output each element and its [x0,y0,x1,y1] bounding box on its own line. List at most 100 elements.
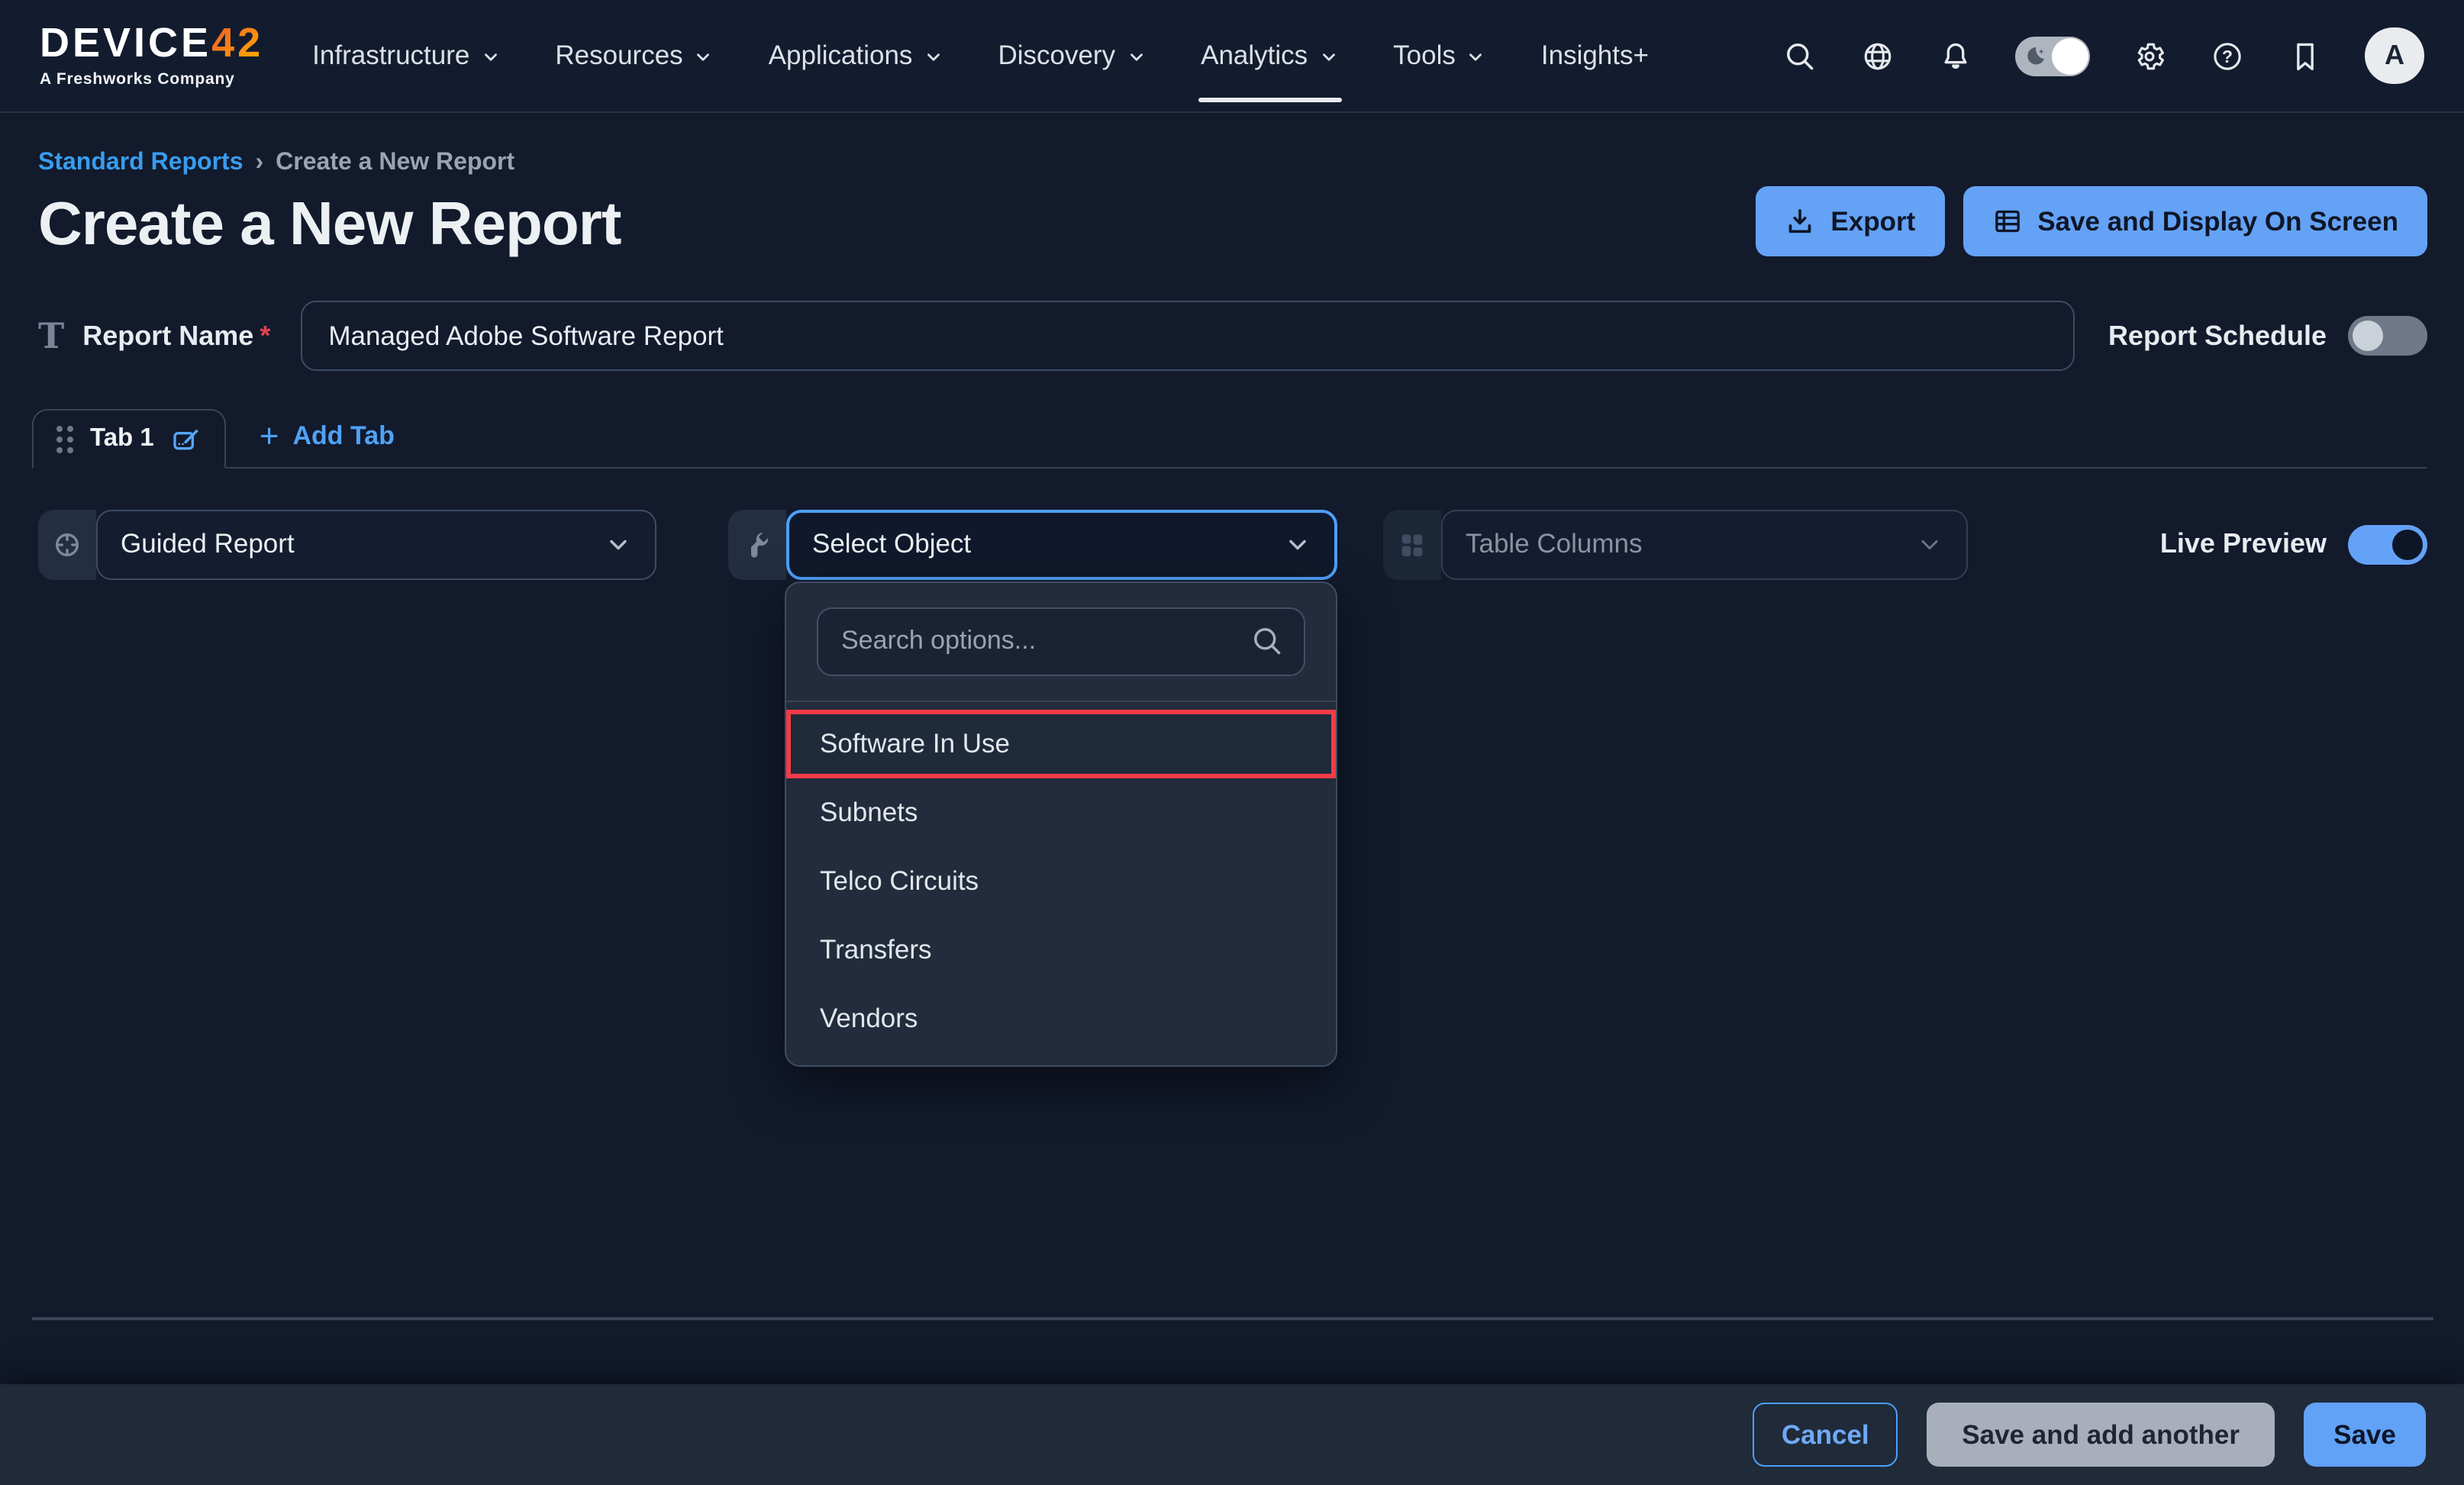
option-software-in-use[interactable]: Software In Use [786,709,1336,778]
save-and-add-another-button[interactable]: Save and add another [1927,1403,2275,1467]
help-icon[interactable]: ? [2209,37,2246,74]
live-preview-label: Live Preview [2160,528,2327,560]
chevron-down-icon [1284,530,1311,558]
toggle-knob [2392,529,2423,559]
guided-report-select[interactable]: Guided Report [96,509,656,579]
drag-handle-icon[interactable] [56,425,73,453]
option-subnets[interactable]: Subnets [786,778,1336,846]
menu-label: Applications [769,40,913,72]
menu-label: Resources [555,40,682,72]
export-button[interactable]: Export [1756,186,1944,256]
footer-action-bar: Cancel Save and add another Save [0,1384,2464,1485]
download-icon [1785,206,1815,237]
wrench-icon [728,509,786,579]
logo-text: DEVICE [40,21,211,66]
options-list: Software In Use Subnets Telco Circuits T… [786,701,1336,1065]
option-vendors[interactable]: Vendors [786,984,1336,1052]
page-header: Standard Reports › Create a New Report C… [38,113,2427,259]
chevron-down-icon [1126,47,1146,67]
report-schedule-toggle[interactable] [2348,316,2427,356]
user-avatar[interactable]: A [2365,27,2424,84]
menu-label: Infrastructure [312,40,469,72]
menu-label: Tools [1393,40,1456,72]
dark-mode-toggle[interactable] [2015,36,2090,76]
options-search [817,607,1305,675]
add-tab-button[interactable]: + Add Tab [260,419,395,453]
breadcrumb-current: Create a New Report [276,150,514,177]
report-name-label: Report Name [82,320,253,352]
chevron-down-icon [1318,47,1338,67]
svg-text:?: ? [2222,46,2233,66]
menu-applications[interactable]: Applications [769,31,943,81]
table-columns-value: Table Columns [1466,528,1643,560]
guided-report-value: Guided Report [121,528,295,560]
text-format-icon: T [38,315,64,356]
globe-icon[interactable] [1859,37,1896,74]
cancel-button[interactable]: Cancel [1753,1403,1898,1467]
save-button[interactable]: Save [2304,1403,2426,1467]
save-and-display-label: Save and Display On Screen [2037,205,2398,237]
main-menu: Infrastructure Resources Applications Di… [312,31,1649,81]
breadcrumb-standard-reports-link[interactable]: Standard Reports [38,150,243,177]
chevron-down-icon [605,530,632,558]
options-search-input[interactable] [817,607,1305,675]
chevron-down-icon [923,47,943,67]
page-title: Create a New Report [38,191,621,259]
menu-label: Insights+ [1541,40,1649,72]
table-columns-dropdown[interactable]: Table Columns [1441,509,1968,579]
chevron-down-icon [480,47,500,67]
edit-tab-icon[interactable] [171,424,202,454]
chevron-down-icon [1916,530,1943,558]
menu-discovery[interactable]: Discovery [998,31,1146,81]
moon-icon [2021,42,2049,69]
toggle-knob [2353,321,2383,351]
live-preview-toggle[interactable] [2348,524,2427,564]
top-navigation-bar: DEVICE42 A Freshworks Company Infrastruc… [0,0,2464,113]
select-object-options-panel: Software In Use Subnets Telco Circuits T… [785,581,1337,1066]
select-object-group: Select Object Software In Use Subnets Te… [728,509,1337,579]
chevron-down-icon [1466,47,1486,67]
plus-icon: + [260,419,279,453]
option-telco-circuits[interactable]: Telco Circuits [786,846,1336,915]
menu-label: Analytics [1201,40,1308,72]
settings-gear-icon[interactable] [2131,37,2168,74]
menu-tools[interactable]: Tools [1393,31,1486,81]
toggle-knob [2052,37,2088,74]
report-schedule-label: Report Schedule [2108,320,2327,352]
menu-insights[interactable]: Insights+ [1541,31,1649,81]
nav-right-actions: ? A [1782,27,2424,84]
menu-resources[interactable]: Resources [555,31,713,81]
avatar-letter: A [2385,40,2404,72]
columns-icon [1383,509,1441,579]
menu-infrastructure[interactable]: Infrastructure [312,31,500,81]
guided-report-group: Guided Report [38,509,656,579]
bottom-divider [32,1317,2433,1319]
bookmark-icon[interactable] [2287,37,2324,74]
tab-1-label: Tab 1 [90,424,154,453]
export-label: Export [1830,205,1915,237]
required-asterisk: * [260,320,270,352]
add-tab-label: Add Tab [292,420,394,451]
logo-wordmark: DEVICE42 [40,24,263,65]
breadcrumb-separator: › [256,150,264,177]
header-actions: Export Save and Display On Screen [1756,186,2427,256]
logo-42: 42 [211,21,263,66]
tab-1[interactable]: Tab 1 [32,409,226,469]
select-object-dropdown[interactable]: Select Object [786,509,1337,579]
menu-analytics[interactable]: Analytics [1201,31,1338,81]
chevron-down-icon [694,47,714,67]
menu-label: Discovery [998,40,1115,72]
save-and-display-button[interactable]: Save and Display On Screen [1962,186,2427,256]
select-object-value: Select Object [812,528,971,560]
notifications-bell-icon[interactable] [1937,37,1974,74]
report-name-input[interactable] [301,301,2075,371]
report-controls-row: Guided Report Select Object [38,509,2427,579]
search-icon[interactable] [1782,37,1818,74]
search-icon [1250,623,1284,657]
device42-create-report-page: DEVICE42 A Freshworks Company Infrastruc… [0,0,2464,1485]
target-icon [38,509,96,579]
tab-bar: Tab 1 + Add Tab [32,409,2427,468]
breadcrumb: Standard Reports › Create a New Report [38,150,621,177]
device42-logo[interactable]: DEVICE42 A Freshworks Company [40,24,263,89]
option-transfers[interactable]: Transfers [786,915,1336,984]
